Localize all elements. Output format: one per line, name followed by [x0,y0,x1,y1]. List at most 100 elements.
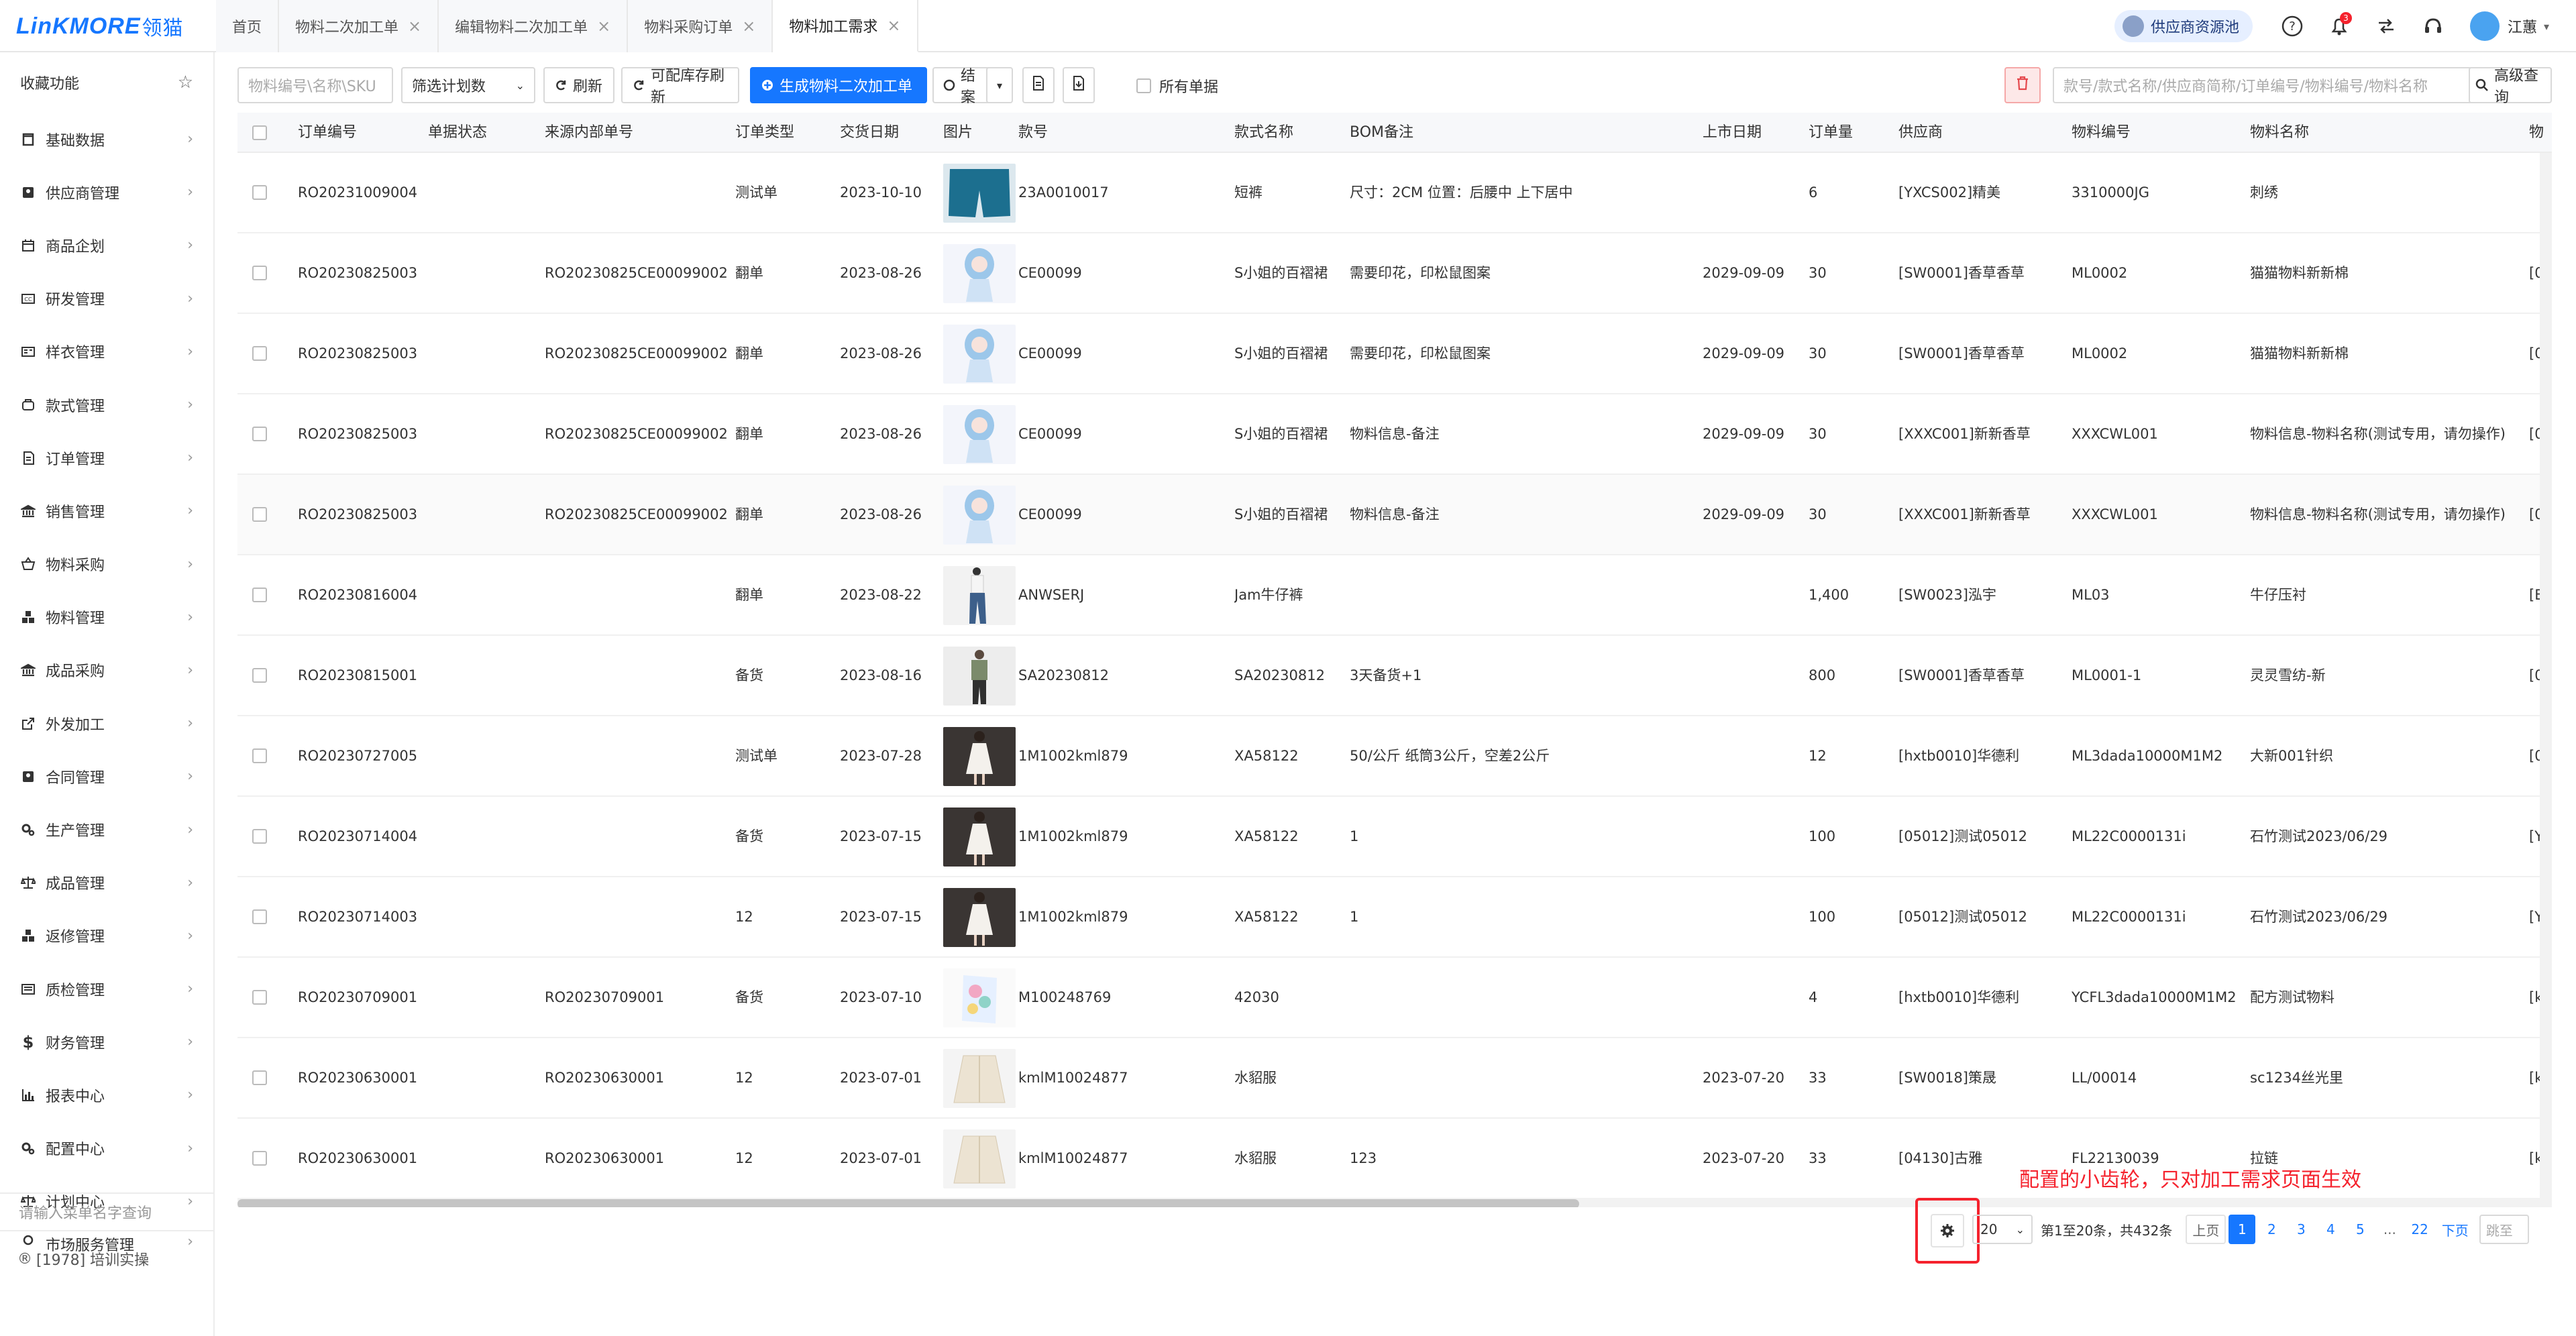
generate-processing-order-button[interactable]: 生成物料二次加工单 [750,67,927,103]
close-case-dropdown[interactable]: ▾ [986,67,1013,103]
jump-to-page-input[interactable]: 跳至 [2479,1215,2529,1244]
page-button[interactable]: 1 [2229,1215,2256,1244]
column-header[interactable]: 物料名称 [2250,113,2309,153]
column-header[interactable]: 款式名称 [1234,113,1293,153]
page-button[interactable]: 5 [2347,1215,2373,1244]
product-thumbnail[interactable] [943,647,1016,706]
tenant-footer[interactable]: ® [1978] 培训实操 [0,1234,215,1284]
plan-filter-select[interactable]: 筛选计划数 ⌄ [401,67,535,103]
menu-search-input[interactable]: 请输入菜单名字查询 [0,1192,215,1231]
sidebar-item-production[interactable]: 生产管理 › [0,803,213,856]
sidebar-item-material[interactable]: 物料管理 › [0,591,213,644]
product-thumbnail[interactable] [943,566,1016,625]
row-checkbox[interactable] [252,909,267,924]
table-row[interactable]: RO20230825003 RO20230825CE00099002 翻单 2023-… [237,394,2552,475]
table-row[interactable]: RO20230825003 RO20230825CE00099002 翻单 2023-… [237,233,2552,314]
prev-page-button[interactable]: 上页 [2186,1215,2226,1244]
sidebar-item-style[interactable]: 款式管理 › [0,378,213,431]
delete-button[interactable] [2004,67,2041,103]
row-checkbox[interactable] [252,185,267,200]
sidebar-item-config[interactable]: 配置中心 › [0,1122,213,1175]
page-button[interactable]: 4 [2317,1215,2344,1244]
row-checkbox[interactable] [252,748,267,763]
tab-material-purchase-order[interactable]: 物料采购订单 × [628,0,773,52]
table-row[interactable]: RO20230825003 RO20230825CE00099002 翻单 2023-… [237,475,2552,555]
row-checkbox[interactable] [252,507,267,522]
table-row[interactable]: RO20231009004 测试单 2023-10-10 23A0010017 短裤 尺寸… [237,153,2552,233]
page-size-select[interactable]: 20 ⌄ [1972,1215,2033,1244]
sidebar-item-rd[interactable]: CC 研发管理 › [0,272,213,325]
page-button[interactable]: 3 [2288,1215,2314,1244]
bell-icon[interactable]: 3 [2324,11,2355,42]
product-thumbnail[interactable] [943,486,1016,545]
sidebar-item-finished-goods[interactable]: 成品管理 › [0,856,213,909]
advanced-search-button[interactable]: 高级查询 [2469,67,2552,106]
tab-home[interactable]: 首页 [216,0,280,52]
row-checkbox[interactable] [252,1070,267,1085]
stock-refresh-button[interactable]: 可配库存刷新 [621,67,739,106]
sidebar-item-sample[interactable]: 样衣管理 › [0,325,213,378]
product-thumbnail[interactable] [943,244,1016,303]
close-icon[interactable]: × [887,16,900,35]
supplier-pool-button[interactable]: 供应商资源池 [2114,10,2253,42]
sidebar-item-reports[interactable]: 报表中心 › [0,1068,213,1121]
column-header[interactable]: 供应商 [1898,113,1943,153]
scrollbar-thumb[interactable] [237,1199,1579,1207]
product-thumbnail[interactable] [943,968,1016,1027]
sidebar-item-qc[interactable]: 质检管理 › [0,962,213,1015]
table-row[interactable]: RO20230825003 RO20230825CE00099002 翻单 2023-… [237,314,2552,394]
checkbox[interactable] [1136,78,1151,93]
all-docs-checkbox[interactable]: 所有单据 [1136,75,1218,97]
column-header[interactable]: 交货日期 [840,113,899,153]
sidebar-item-outsourcing[interactable]: 外发加工 › [0,697,213,750]
tab-material-processing-demand[interactable]: 物料加工需求 × [773,0,918,52]
column-header[interactable]: 物料编号 [2072,113,2131,153]
column-header[interactable]: 上市日期 [1703,113,1762,153]
headset-icon[interactable] [2418,11,2449,42]
next-page-button[interactable]: 下页 [2436,1215,2474,1244]
close-icon[interactable]: × [742,17,755,36]
favorites-row[interactable]: 收藏功能 ☆ [0,52,213,113]
row-checkbox[interactable] [252,990,267,1005]
row-checkbox[interactable] [252,829,267,844]
product-thumbnail[interactable] [943,727,1016,786]
sidebar-item-material-purchase[interactable]: 物料采购 › [0,538,213,591]
refresh-button[interactable]: 刷新 [543,67,614,103]
main-search-input[interactable]: 款号/款式名称/供应商简称/订单编号/物料编号/物料名称 [2053,67,2473,103]
product-thumbnail[interactable] [943,164,1016,223]
sidebar-item-repair[interactable]: 返修管理 › [0,909,213,962]
product-thumbnail[interactable] [943,325,1016,384]
column-header[interactable]: 款号 [1018,113,1048,153]
table-row[interactable]: RO20230714004 备货 2023-07-15 1M1002kml879 XA5… [237,797,2552,877]
help-icon[interactable]: ? [2277,11,2308,42]
sidebar-item-contract[interactable]: 合同管理 › [0,750,213,803]
tab-edit-secondary-processing[interactable]: 编辑物料二次加工单 × [439,0,629,52]
product-thumbnail[interactable] [943,405,1016,464]
switch-icon[interactable] [2371,11,2402,42]
product-thumbnail[interactable] [943,888,1016,947]
sidebar-item-finance[interactable]: $ 财务管理 › [0,1015,213,1068]
export-button[interactable] [1022,67,1055,103]
product-thumbnail[interactable] [943,1129,1016,1188]
row-checkbox[interactable] [252,668,267,683]
table-row[interactable]: RO20230727005 测试单 2023-07-28 1M1002kml879 XA… [237,716,2552,797]
column-header[interactable]: 单据状态 [428,113,487,153]
sidebar-item-sales[interactable]: 销售管理 › [0,484,213,537]
gear-icon[interactable] [1931,1214,1964,1247]
product-thumbnail[interactable] [943,808,1016,867]
user-menu[interactable]: 江蕙 ▾ [2469,11,2549,41]
row-checkbox[interactable] [252,1151,267,1166]
tab-material-secondary-processing[interactable]: 物料二次加工单 × [279,0,439,52]
column-header[interactable]: 物 [2529,113,2544,153]
import-button[interactable] [1063,67,1095,103]
column-header[interactable]: 订单量 [1809,113,1853,153]
row-checkbox[interactable] [252,346,267,361]
app-logo[interactable]: LinKMORE 领猫 [16,9,184,43]
horizontal-scrollbar[interactable] [237,1198,2552,1207]
column-header[interactable]: 图片 [943,113,973,153]
row-checkbox[interactable] [252,427,267,441]
table-row[interactable]: RO20230714003 12 2023-07-15 1M1002kml879 XA5… [237,877,2552,958]
table-row[interactable]: RO20230709001 RO20230709001 备货 2023-07-10 M1… [237,958,2552,1038]
page-button[interactable]: 2 [2258,1215,2285,1244]
last-page-button[interactable]: 22 [2406,1215,2433,1244]
